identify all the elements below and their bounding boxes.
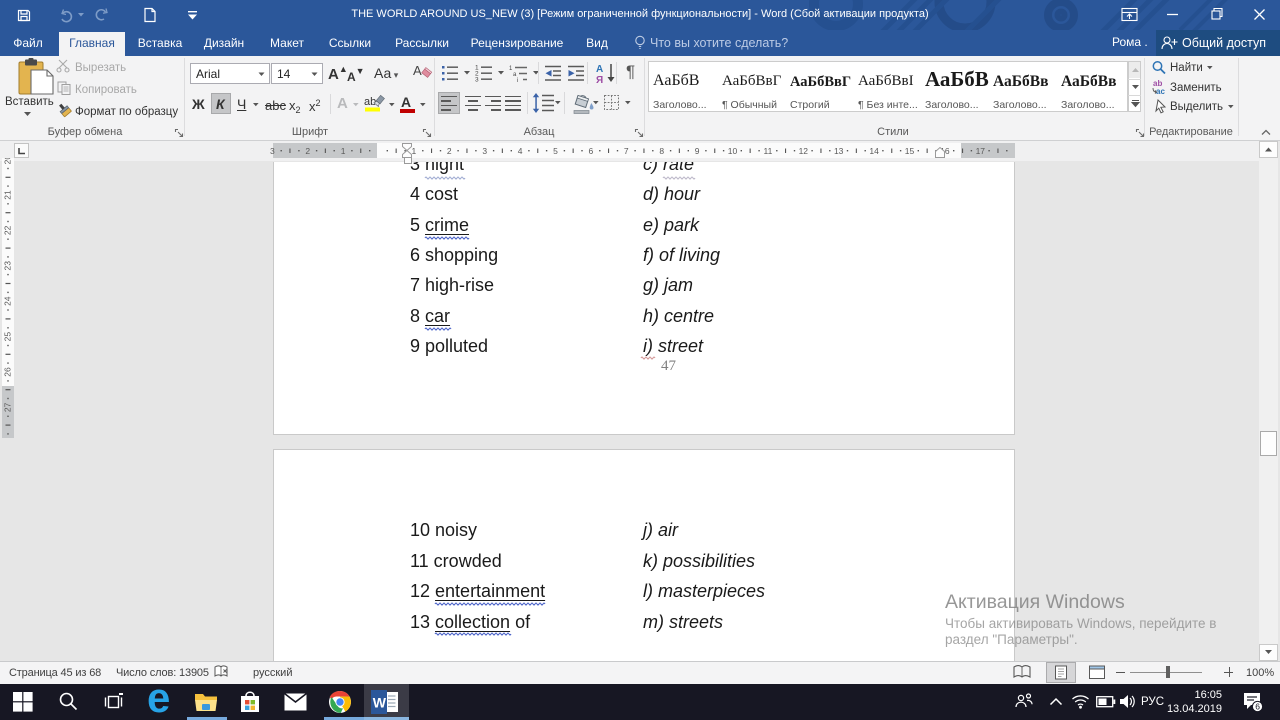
svg-text:2: 2 bbox=[305, 146, 310, 156]
svg-text:1: 1 bbox=[341, 146, 346, 156]
svg-text:ac: ac bbox=[1156, 87, 1165, 96]
svg-text:17: 17 bbox=[976, 146, 986, 156]
svg-text:3: 3 bbox=[270, 146, 275, 156]
svg-text:13: 13 bbox=[834, 146, 844, 156]
svg-text:i: i bbox=[517, 78, 518, 84]
svg-text:2: 2 bbox=[447, 146, 452, 156]
svg-text:3: 3 bbox=[482, 146, 487, 156]
svg-text:27: 27 bbox=[3, 402, 13, 412]
svg-text:23: 23 bbox=[3, 261, 13, 271]
svg-text:6: 6 bbox=[589, 146, 594, 156]
svg-text:10: 10 bbox=[728, 146, 738, 156]
svg-text:9: 9 bbox=[695, 146, 700, 156]
svg-text:8: 8 bbox=[659, 146, 664, 156]
svg-text:15: 15 bbox=[905, 146, 915, 156]
svg-text:1: 1 bbox=[412, 146, 417, 156]
svg-text:20: 20 bbox=[3, 158, 13, 164]
svg-text:12: 12 bbox=[799, 146, 809, 156]
svg-text:22: 22 bbox=[3, 225, 13, 235]
svg-text:W: W bbox=[373, 695, 387, 711]
svg-text:11: 11 bbox=[763, 146, 772, 156]
svg-text:А: А bbox=[596, 64, 603, 75]
svg-text:ab: ab bbox=[364, 96, 376, 108]
svg-text:14: 14 bbox=[869, 146, 879, 156]
svg-text:26: 26 bbox=[3, 367, 13, 377]
svg-text:7: 7 bbox=[624, 146, 629, 156]
svg-text:А: А bbox=[413, 63, 422, 78]
svg-text:5: 5 bbox=[553, 146, 558, 156]
svg-text:21: 21 bbox=[3, 190, 13, 200]
svg-text:24: 24 bbox=[3, 296, 13, 306]
svg-text:4: 4 bbox=[518, 146, 523, 156]
svg-text:3: 3 bbox=[475, 77, 479, 84]
svg-text:6: 6 bbox=[1255, 702, 1260, 712]
svg-text:Я: Я bbox=[596, 75, 603, 86]
svg-text:25: 25 bbox=[3, 332, 13, 342]
